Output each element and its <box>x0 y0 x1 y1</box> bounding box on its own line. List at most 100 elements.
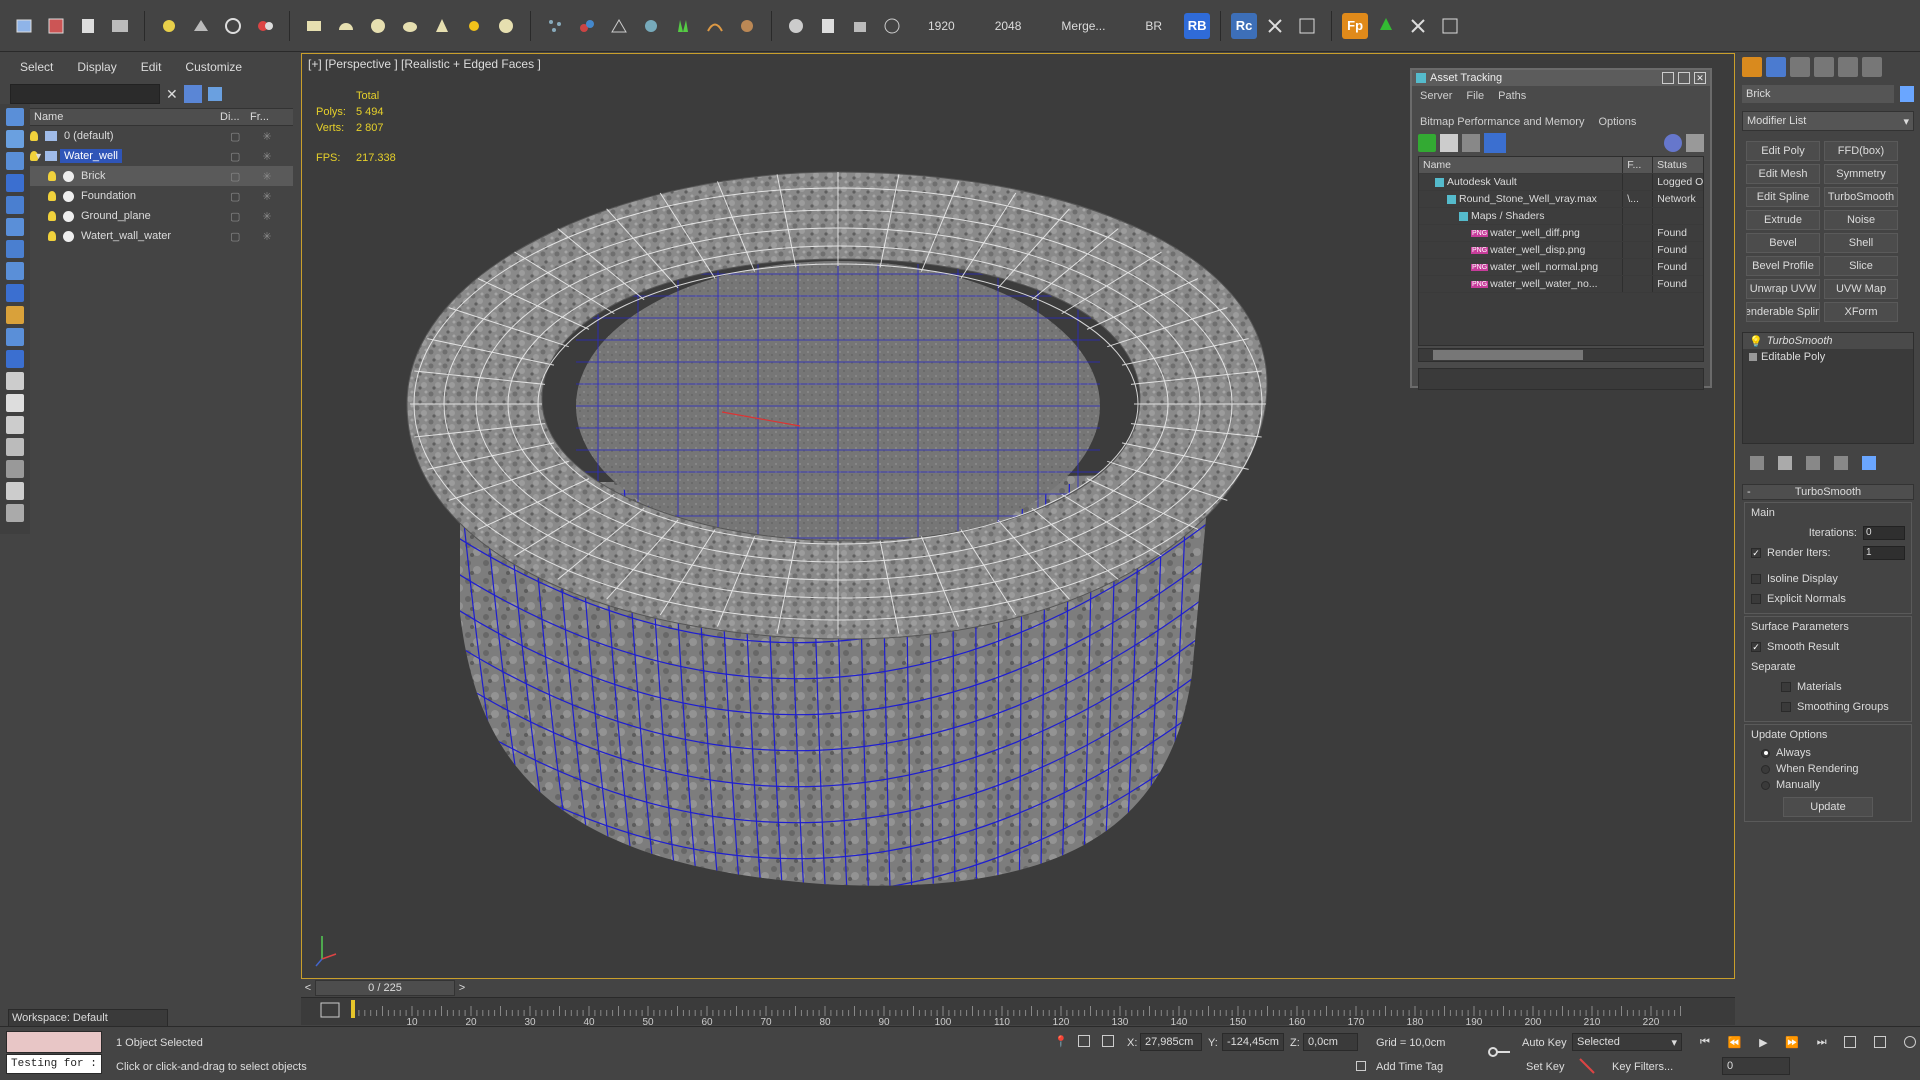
x-coord-field[interactable]: 27,985cm <box>1140 1033 1202 1051</box>
merge-button[interactable]: Merge... <box>1043 19 1123 33</box>
left-tool-icon[interactable] <box>6 130 24 148</box>
smoothing-groups-checkbox[interactable] <box>1781 702 1791 712</box>
menu-customize[interactable]: Customize <box>185 60 242 74</box>
prev-frame-icon[interactable]: < <box>301 982 315 994</box>
molecule-icon[interactable] <box>573 12 601 40</box>
current-frame-field[interactable]: 0 <box>1722 1057 1790 1075</box>
asset-row[interactable]: Autodesk Vault Logged O <box>1419 174 1703 191</box>
modifier-button-shell[interactable]: Shell <box>1824 233 1898 253</box>
make-unique-icon[interactable] <box>1806 456 1820 470</box>
modifier-button-xform[interactable]: XForm <box>1824 302 1898 322</box>
calculator-icon[interactable] <box>814 12 842 40</box>
tree-icon[interactable] <box>1372 12 1400 40</box>
table-view-icon[interactable] <box>1484 133 1506 153</box>
left-tool-icon[interactable] <box>6 262 24 280</box>
column-name[interactable]: Name <box>1419 157 1624 173</box>
modifier-button-noise[interactable]: Noise <box>1824 210 1898 230</box>
menu-paths[interactable]: Paths <box>1498 90 1526 102</box>
left-tool-icon[interactable] <box>6 174 24 192</box>
modify-tab-icon[interactable] <box>1766 57 1786 77</box>
time-slider[interactable]: 0 / 225 <box>315 980 455 996</box>
expand-arrow-icon[interactable]: ▼ <box>34 151 43 161</box>
export-icon[interactable] <box>846 12 874 40</box>
left-tool-icon[interactable] <box>6 460 24 478</box>
key-icon[interactable] <box>1488 1045 1512 1059</box>
render-sphere-icon[interactable] <box>782 12 810 40</box>
list-view-icon[interactable] <box>1440 134 1458 152</box>
add-time-tag-button[interactable]: Add Time Tag <box>1376 1061 1443 1073</box>
isolate-icon[interactable]: 📍 <box>1054 1035 1068 1048</box>
smooth-result-checkbox[interactable]: ✓ <box>1751 642 1761 652</box>
left-tool-icon[interactable] <box>6 284 24 302</box>
left-tool-icon[interactable] <box>6 218 24 236</box>
modifier-button-uvw-map[interactable]: UVW Map <box>1824 279 1898 299</box>
grass-icon[interactable] <box>669 12 697 40</box>
display-tab-icon[interactable] <box>1838 57 1858 77</box>
maximize-icon[interactable] <box>1678 72 1690 84</box>
set-key-button[interactable]: Set Key <box>1526 1061 1565 1073</box>
workspace-dropdown[interactable]: Workspace: Default <box>8 1009 168 1027</box>
left-tool-icon[interactable] <box>6 240 24 258</box>
when-rendering-radio[interactable] <box>1761 764 1770 774</box>
asset-row[interactable]: Maps / Shaders <box>1419 208 1703 225</box>
visibility-bulb-icon[interactable] <box>48 191 56 201</box>
modifier-button-bevel-profile[interactable]: Bevel Profile <box>1746 256 1820 276</box>
create-tab-icon[interactable] <box>1742 57 1762 77</box>
render-iters-checkbox[interactable]: ✓ <box>1751 548 1761 558</box>
asset-row[interactable]: Round_Stone_Well_vray.max \... Network <box>1419 191 1703 208</box>
freeze-toggle-icon[interactable]: ✳ <box>262 130 271 143</box>
zoom-extents-icon[interactable] <box>1844 1036 1857 1048</box>
scene-item-watert-wall-water[interactable]: Watert_wall_water ▢ ✳ <box>8 226 293 246</box>
absolute-mode-icon[interactable] <box>1102 1035 1114 1047</box>
search-input[interactable] <box>10 84 160 104</box>
isoline-checkbox[interactable] <box>1751 574 1761 584</box>
y-coord-field[interactable]: -124,45cm <box>1222 1033 1284 1051</box>
lock-selection-icon[interactable] <box>1078 1035 1090 1047</box>
snowflake-icon[interactable] <box>637 12 665 40</box>
light-icon[interactable] <box>155 12 183 40</box>
path-field[interactable] <box>1418 368 1704 390</box>
left-tool-icon[interactable] <box>6 108 24 126</box>
minimize-icon[interactable] <box>1662 72 1674 84</box>
track-bar[interactable]: 10 20 30 40 50 60 70 80 90 100 110 120 130 140 150 160 1… <box>301 997 1735 1028</box>
manually-radio[interactable] <box>1761 780 1770 790</box>
settings-icon[interactable] <box>1686 134 1704 152</box>
display-toggle-icon[interactable]: ▢ <box>230 170 240 183</box>
asset-row[interactable]: PNG water_well_normal.png Found <box>1419 259 1703 276</box>
visibility-bulb-icon[interactable] <box>48 211 56 221</box>
column-f[interactable]: F... <box>1623 157 1654 173</box>
scene-item-0-default-[interactable]: 0 (default) ▢ ✳ <box>8 126 293 146</box>
expand-icon[interactable] <box>1749 353 1757 361</box>
particles-icon[interactable] <box>541 12 569 40</box>
clear-icon[interactable]: ✕ <box>166 86 178 103</box>
remove-modifier-icon[interactable] <box>1834 456 1848 470</box>
materials-checkbox[interactable] <box>1781 682 1791 692</box>
display-toggle-icon[interactable]: ▢ <box>230 150 240 163</box>
modifier-button-slice[interactable]: Slice <box>1824 256 1898 276</box>
close-icon[interactable]: ✕ <box>1694 72 1706 84</box>
box-icon[interactable] <box>300 12 328 40</box>
left-tool-icon[interactable] <box>6 152 24 170</box>
lightbulb-icon[interactable]: 💡 <box>1749 335 1763 348</box>
object-name-field[interactable]: Brick <box>1742 85 1894 103</box>
horizontal-scrollbar[interactable] <box>1418 348 1704 362</box>
stack-item-turbosmooth[interactable]: 💡 TurboSmooth <box>1743 333 1913 349</box>
motion-tab-icon[interactable] <box>1814 57 1834 77</box>
rb-badge[interactable]: RB <box>1184 12 1211 39</box>
fur-icon[interactable] <box>733 12 761 40</box>
display-toggle-icon[interactable]: ▢ <box>230 230 240 243</box>
go-to-end-icon[interactable]: ⏭ <box>1817 1036 1827 1049</box>
rc-badge[interactable]: Rc <box>1231 12 1258 39</box>
left-tool-icon[interactable] <box>6 394 24 412</box>
menu-server[interactable]: Server <box>1420 90 1452 102</box>
menu-file[interactable]: File <box>1466 90 1484 102</box>
scene-item-brick[interactable]: Brick ▢ ✳ <box>8 166 293 186</box>
utilities-tab-icon[interactable] <box>1862 57 1882 77</box>
visibility-bulb-icon[interactable] <box>48 231 56 241</box>
scene-item-ground-plane[interactable]: Ground_plane ▢ ✳ <box>8 206 293 226</box>
scene-item-foundation[interactable]: Foundation ▢ ✳ <box>8 186 293 206</box>
column-status[interactable]: Status <box>1653 159 1703 171</box>
stack-item-editable-poly[interactable]: Editable Poly <box>1743 349 1913 365</box>
freeze-toggle-icon[interactable]: ✳ <box>262 150 271 163</box>
left-tool-icon[interactable] <box>6 372 24 390</box>
